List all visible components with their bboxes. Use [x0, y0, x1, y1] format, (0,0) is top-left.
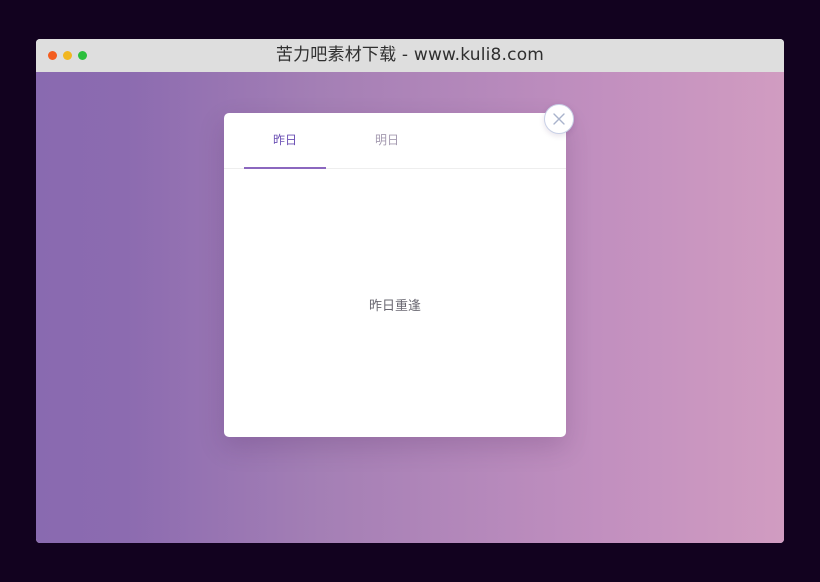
tab-modal: 昨日 明日 昨日重逢 — [224, 113, 566, 437]
tab-tomorrow[interactable]: 明日 — [346, 113, 428, 168]
title-bar: 苦力吧素材下载 - www.kuli8.com — [36, 39, 784, 72]
active-tab-indicator — [244, 167, 326, 169]
gradient-content-area: 昨日 明日 昨日重逢 — [36, 72, 784, 543]
browser-window: 苦力吧素材下载 - www.kuli8.com 昨日 明日 昨日重逢 — [36, 39, 784, 543]
close-icon — [553, 113, 565, 125]
tab-yesterday[interactable]: 昨日 — [244, 113, 326, 168]
tab-bar: 昨日 明日 — [224, 113, 566, 169]
modal-close-button[interactable] — [544, 104, 574, 134]
window-title: 苦力吧素材下载 - www.kuli8.com — [275, 45, 545, 65]
tab-panel-text: 昨日重逢 — [368, 299, 421, 314]
